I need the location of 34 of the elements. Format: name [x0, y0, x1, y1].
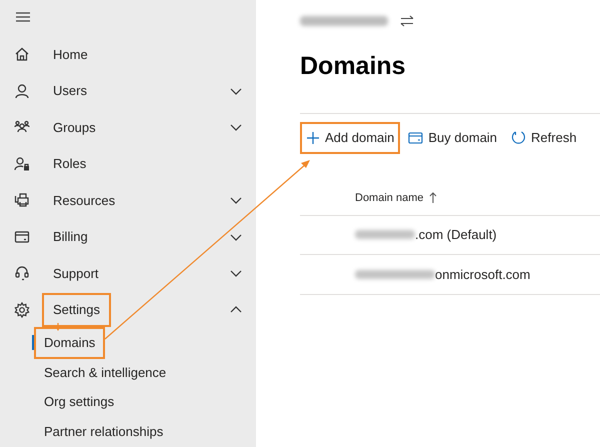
person-icon	[14, 82, 30, 99]
nav-item[interactable]: Resources	[44, 186, 124, 215]
page-title: Domains	[300, 51, 407, 82]
nav-item[interactable]: Settings	[44, 295, 109, 324]
settings-icon	[14, 302, 30, 318]
nav-item[interactable]: Users	[44, 76, 96, 106]
table-cell-text: .com (Default)	[415, 226, 497, 244]
person-lock-icon	[14, 156, 30, 172]
column-header[interactable]: Domain name	[355, 190, 424, 206]
toolbar-button[interactable]: Add domain	[302, 124, 398, 152]
plus-icon	[306, 130, 320, 144]
home-icon	[14, 46, 30, 62]
switch-icon[interactable]	[400, 15, 414, 27]
toolbar-button[interactable]: Refresh	[507, 124, 581, 152]
nav-subitem[interactable]: Search & intelligence	[36, 358, 174, 386]
sort-up-icon[interactable]	[429, 192, 438, 204]
annotation-arrow	[55, 323, 61, 331]
credit-card-icon	[408, 132, 424, 144]
nav-item[interactable]: Roles	[44, 149, 96, 178]
table-cell-text: onmicrosoft.com	[435, 266, 530, 284]
nav-subitem[interactable]: Org settings	[36, 388, 122, 416]
blurred-text	[355, 230, 415, 240]
nav-item[interactable]: Groups	[44, 112, 105, 142]
printer-icon	[14, 192, 30, 208]
nav-item[interactable]: Home	[44, 40, 97, 69]
nav-subitem[interactable]: Partner relationships	[36, 418, 172, 445]
toolbar-button[interactable]: Buy domain	[404, 124, 502, 152]
refresh-icon	[511, 130, 526, 145]
menu-icon[interactable]	[15, 10, 31, 24]
nav-item[interactable]: Support	[44, 258, 108, 288]
headset-icon	[14, 265, 30, 282]
nav-item[interactable]: Billing	[44, 222, 97, 252]
nav-subitem[interactable]: Domains	[36, 329, 104, 356]
credit-card-icon	[14, 228, 30, 245]
